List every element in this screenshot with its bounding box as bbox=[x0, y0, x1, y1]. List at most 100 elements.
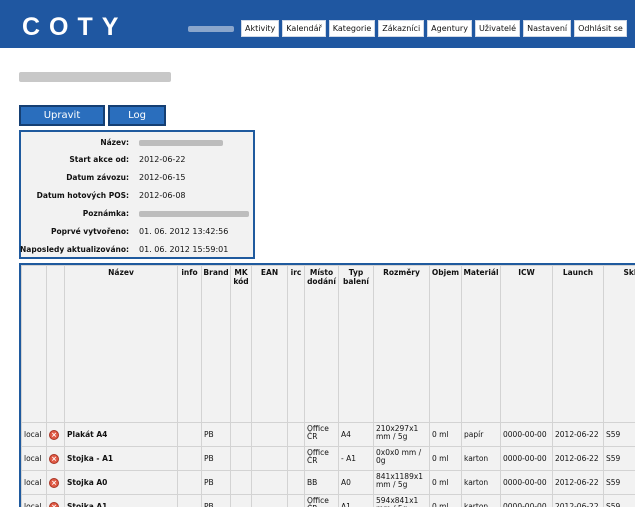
detail-label: Poznámka: bbox=[82, 209, 129, 218]
detail-row-updated: Naposledy aktualizováno: 01. 06. 2012 15… bbox=[20, 245, 253, 257]
detail-value-redacted bbox=[139, 209, 249, 218]
detail-label: Start akce od: bbox=[69, 155, 129, 164]
user-name-redacted bbox=[188, 26, 234, 32]
cell-brand: PB bbox=[201, 470, 231, 495]
cell-icw: 0000-00-00 bbox=[500, 494, 553, 507]
cell-source: local bbox=[21, 422, 47, 447]
cell-irc bbox=[287, 446, 305, 471]
cell-ean bbox=[251, 422, 288, 447]
cell-material: karton bbox=[461, 446, 501, 471]
column-header[interactable]: Název bbox=[64, 265, 178, 423]
cell-source: local bbox=[21, 446, 47, 471]
cell-package-type: A4 bbox=[338, 422, 374, 447]
delete-icon[interactable]: × bbox=[49, 453, 59, 464]
nav-kategorie[interactable]: Kategorie bbox=[328, 20, 376, 37]
cell-icw: 0000-00-00 bbox=[500, 446, 553, 471]
column-header bbox=[46, 265, 65, 423]
items-table: Název info Brand MK kód EAN irc Místo do… bbox=[21, 265, 635, 507]
column-header[interactable]: MK kód bbox=[230, 265, 252, 423]
delete-cell: × bbox=[46, 422, 65, 447]
cell-irc bbox=[287, 422, 305, 447]
column-header[interactable]: Materiál bbox=[461, 265, 501, 423]
delete-icon[interactable]: × bbox=[49, 501, 59, 507]
nav-nastaveni[interactable]: Nastavení bbox=[523, 20, 572, 37]
column-header[interactable]: Typ balení bbox=[338, 265, 374, 423]
detail-row-pos: Datum hotových POS: 2012-06-08 bbox=[21, 191, 253, 203]
cell-brand: PB bbox=[201, 446, 231, 471]
cell-dimensions: 0x0x0 mm / 0g bbox=[373, 446, 430, 471]
delete-icon[interactable]: × bbox=[49, 429, 59, 440]
column-header[interactable]: Místo dodání bbox=[304, 265, 339, 423]
cell-launch: 2012-06-22 bbox=[552, 422, 604, 447]
cell-volume: 0 ml bbox=[429, 446, 462, 471]
cell-mk-code bbox=[230, 470, 252, 495]
coty-logo: COTY bbox=[22, 13, 128, 41]
cell-material: karton bbox=[461, 494, 501, 507]
column-header[interactable]: irc bbox=[287, 265, 305, 423]
cell-delivery-place: Office ČR bbox=[304, 422, 339, 447]
edit-activity-button[interactable]: Upravit aktivitu bbox=[19, 105, 105, 138]
cell-stock: S59 bbox=[603, 422, 635, 447]
nav-aktivity[interactable]: Aktivity bbox=[241, 20, 280, 37]
detail-value: 2012-06-08 bbox=[139, 191, 186, 200]
cell-irc bbox=[287, 494, 305, 507]
column-header[interactable]: Objem bbox=[429, 265, 462, 423]
cell-name[interactable]: Stojka A0 bbox=[64, 470, 178, 495]
table-row: local × Plakát A4 PB Office ČR A4 210x29… bbox=[21, 422, 635, 447]
cell-ean bbox=[251, 446, 288, 471]
top-bar: COTY Aktivity Kalendář Kategorie Zákazní… bbox=[0, 0, 635, 48]
column-header[interactable]: info bbox=[177, 265, 202, 423]
table-header-row: Název info Brand MK kód EAN irc Místo do… bbox=[21, 265, 635, 423]
column-header[interactable]: Rozměry bbox=[373, 265, 430, 423]
nav-kalendar[interactable]: Kalendář bbox=[282, 20, 326, 37]
cell-mk-code bbox=[230, 422, 252, 447]
column-header[interactable]: Skla bbox=[603, 265, 635, 423]
delete-icon[interactable]: × bbox=[49, 477, 59, 488]
cell-irc bbox=[287, 470, 305, 495]
column-header[interactable]: EAN bbox=[251, 265, 288, 423]
cell-brand: PB bbox=[201, 422, 231, 447]
detail-label: Datum závozu: bbox=[66, 173, 129, 182]
cell-launch: 2012-06-22 bbox=[552, 470, 604, 495]
cell-stock: S59 bbox=[603, 470, 635, 495]
cell-mk-code bbox=[230, 494, 252, 507]
cell-icw: 0000-00-00 bbox=[500, 470, 553, 495]
cell-launch: 2012-06-22 bbox=[552, 446, 604, 471]
cell-name[interactable]: Stojka A1 bbox=[64, 494, 178, 507]
detail-row-start: Start akce od: 2012-06-22 bbox=[21, 155, 253, 167]
column-header bbox=[21, 265, 47, 423]
cell-volume: 0 ml bbox=[429, 422, 462, 447]
detail-value-redacted bbox=[139, 138, 223, 147]
nav-odhlasit[interactable]: Odhlásit se bbox=[574, 20, 627, 37]
cell-name[interactable]: Plakát A4 bbox=[64, 422, 178, 447]
cell-material: karton bbox=[461, 470, 501, 495]
cell-info bbox=[177, 494, 202, 507]
cell-brand: PB bbox=[201, 494, 231, 507]
cell-volume: 0 ml bbox=[429, 494, 462, 507]
nav-agentury[interactable]: Agentury bbox=[427, 20, 472, 37]
column-header[interactable]: Brand bbox=[201, 265, 231, 423]
cell-ean bbox=[251, 470, 288, 495]
table-row: local × Stojka A1 PB Office ČR A1 594x84… bbox=[21, 494, 635, 507]
cell-dimensions: 210x297x1 mm / 5g bbox=[373, 422, 430, 447]
detail-label: Datum hotových POS: bbox=[36, 191, 129, 200]
cell-package-type: - A1 bbox=[338, 446, 374, 471]
delete-cell: × bbox=[46, 494, 65, 507]
cell-material: papír bbox=[461, 422, 501, 447]
delete-cell: × bbox=[46, 446, 65, 471]
cell-package-type: A1 bbox=[338, 494, 374, 507]
detail-row-created: Poprvé vytvořeno: 01. 06. 2012 13:42:56 bbox=[21, 227, 253, 239]
cell-info bbox=[177, 470, 202, 495]
detail-value: 2012-06-22 bbox=[139, 155, 186, 164]
nav-zakaznici[interactable]: Zákazníci bbox=[378, 20, 425, 37]
nav-uzivatele[interactable]: Uživatelé bbox=[474, 20, 521, 37]
column-header[interactable]: Launch bbox=[552, 265, 604, 423]
column-header[interactable]: ICW bbox=[500, 265, 553, 423]
cell-name[interactable]: Stojka - A1 bbox=[64, 446, 178, 471]
change-log-button[interactable]: Log změn bbox=[108, 105, 166, 138]
detail-label: Název: bbox=[100, 138, 129, 147]
cell-ean bbox=[251, 494, 288, 507]
cell-dimensions: 841x1189x1 mm / 5g bbox=[373, 470, 430, 495]
cell-source: local bbox=[21, 494, 47, 507]
detail-value: 01. 06. 2012 15:59:01 bbox=[139, 245, 229, 254]
